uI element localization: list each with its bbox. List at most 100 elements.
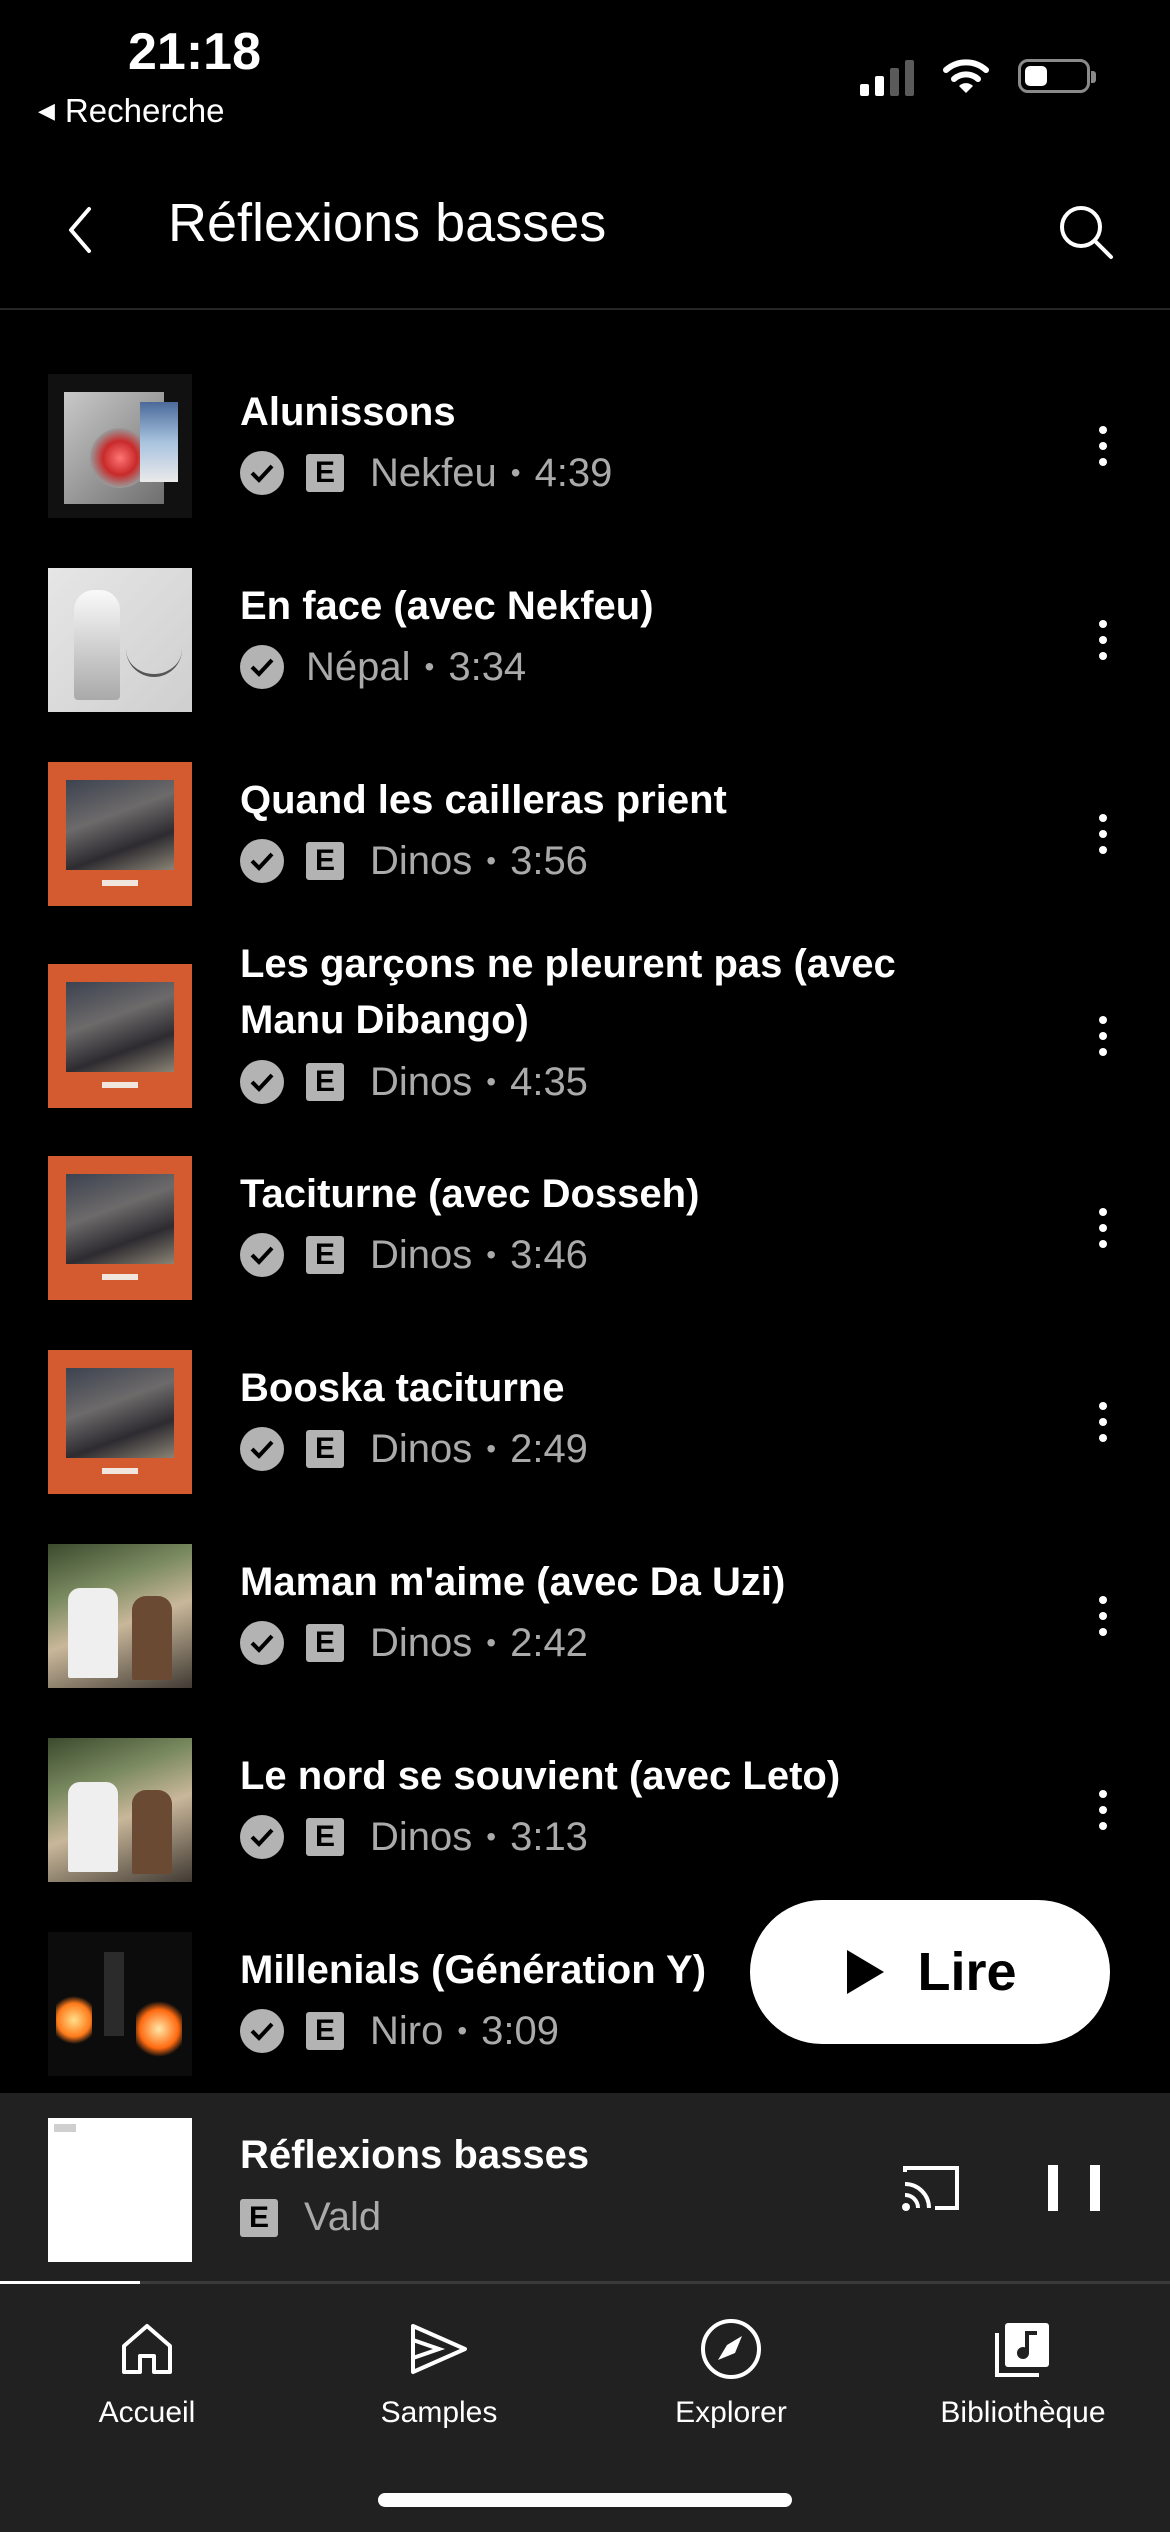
track-row[interactable]: Le nord se souvient (avec Leto) E Dinos … xyxy=(0,1718,1170,1902)
track-title: Quand les cailleras prient xyxy=(240,778,727,822)
downloaded-check-icon xyxy=(240,2009,284,2053)
track-artist: Dinos xyxy=(370,838,473,883)
track-duration: 3:09 xyxy=(481,2008,560,2053)
album-cover xyxy=(48,964,192,1108)
track-title: Maman m'aime (avec Da Uzi) xyxy=(240,1560,786,1604)
play-all-button[interactable]: Lire xyxy=(750,1900,1110,2044)
track-title: Booska taciturne xyxy=(240,1366,565,1410)
downloaded-check-icon xyxy=(240,451,284,495)
more-options-button[interactable] xyxy=(1080,406,1126,486)
album-cover xyxy=(48,1544,192,1688)
pause-icon xyxy=(1048,2165,1058,2211)
track-artist: Nekfeu xyxy=(370,450,497,495)
more-options-button[interactable] xyxy=(1080,600,1126,680)
album-cover xyxy=(48,1156,192,1300)
separator-dot: • xyxy=(486,1433,497,1464)
explicit-badge: E xyxy=(306,1818,344,1856)
more-options-button[interactable] xyxy=(1080,1382,1126,1462)
header: Réflexions basses xyxy=(0,170,1170,310)
downloaded-check-icon xyxy=(240,645,284,689)
back-button[interactable] xyxy=(50,200,110,260)
search-button[interactable] xyxy=(1046,192,1126,272)
cast-icon xyxy=(902,2166,959,2211)
track-duration: 3:46 xyxy=(510,1232,588,1277)
separator-dot: • xyxy=(486,1066,497,1097)
wifi-icon xyxy=(943,59,989,93)
home-indicator[interactable] xyxy=(378,2493,792,2507)
album-cover xyxy=(48,568,192,712)
track-row[interactable]: Taciturne (avec Dosseh) E Dinos • 3:46 xyxy=(0,1136,1170,1320)
track-row[interactable]: Maman m'aime (avec Da Uzi) E Dinos • 2:4… xyxy=(0,1524,1170,1708)
cast-button[interactable] xyxy=(896,2153,966,2223)
home-icon xyxy=(112,2314,182,2384)
separator-dot: • xyxy=(486,1239,497,1270)
play-icon xyxy=(847,1950,885,1994)
status-icons xyxy=(860,56,1096,96)
track-artist: Népal xyxy=(306,644,411,689)
explicit-badge: E xyxy=(306,454,344,492)
more-options-button[interactable] xyxy=(1080,1576,1126,1656)
track-meta: E Dinos • 3:56 xyxy=(240,836,588,886)
status-time: 21:18 xyxy=(128,23,261,81)
track-title-line-2: Manu Dibango) xyxy=(240,998,529,1042)
track-row[interactable]: Les garçons ne pleurent pas (avec Manu D… xyxy=(0,936,1170,1146)
separator-dot: • xyxy=(486,1821,497,1852)
track-row[interactable]: En face (avec Nekfeu) Népal • 3:34 xyxy=(0,548,1170,732)
search-icon xyxy=(1060,206,1113,259)
track-duration: 3:56 xyxy=(510,838,588,883)
track-title: Le nord se souvient (avec Leto) xyxy=(240,1754,841,1798)
album-cover xyxy=(48,1350,192,1494)
explicit-badge: E xyxy=(306,1063,344,1101)
nav-home[interactable]: Accueil xyxy=(1,2314,293,2430)
track-meta: Népal • 3:34 xyxy=(240,642,526,692)
compass-icon xyxy=(696,2314,766,2384)
battery-icon xyxy=(1018,59,1096,93)
track-artist: Dinos xyxy=(370,1232,473,1277)
track-row[interactable]: Quand les cailleras prient E Dinos • 3:5… xyxy=(0,742,1170,926)
track-meta: E Dinos • 3:46 xyxy=(240,1230,588,1280)
downloaded-check-icon xyxy=(240,1060,284,1104)
nav-explore[interactable]: Explorer xyxy=(585,2314,877,2430)
now-playing-title: Réflexions basses xyxy=(240,2133,590,2177)
track-duration: 2:49 xyxy=(510,1426,588,1471)
samples-play-icon xyxy=(404,2314,474,2384)
downloaded-check-icon xyxy=(240,1815,284,1859)
album-cover xyxy=(48,374,192,518)
more-options-button[interactable] xyxy=(1080,996,1126,1076)
track-row[interactable]: Booska taciturne E Dinos • 2:49 xyxy=(0,1330,1170,1514)
album-cover xyxy=(48,1738,192,1882)
downloaded-check-icon xyxy=(240,1233,284,1277)
separator-dot: • xyxy=(486,1627,497,1658)
nav-library[interactable]: Bibliothèque xyxy=(877,2314,1169,2430)
track-duration: 4:35 xyxy=(510,1059,588,1104)
now-playing-meta: E Vald xyxy=(240,2195,381,2240)
track-duration: 2:42 xyxy=(510,1620,588,1665)
track-artist: Niro xyxy=(370,2008,444,2053)
track-duration: 4:39 xyxy=(534,450,613,495)
track-row[interactable]: Alunissons E Nekfeu • 4:39 xyxy=(0,354,1170,538)
track-artist: Dinos xyxy=(370,1059,473,1104)
more-options-button[interactable] xyxy=(1080,794,1126,874)
nav-label: Accueil xyxy=(98,2396,196,2429)
separator-dot: • xyxy=(510,457,521,488)
explicit-badge: E xyxy=(306,2012,344,2050)
signal-icon xyxy=(860,56,914,96)
back-triangle-icon: ◀ xyxy=(38,98,55,123)
nav-samples[interactable]: Samples xyxy=(293,2314,585,2430)
pause-button[interactable] xyxy=(1048,2159,1100,2219)
track-title: Alunissons xyxy=(240,390,456,434)
mini-player[interactable]: Réflexions basses E Vald xyxy=(0,2093,1170,2283)
back-to-app-link[interactable]: ◀ Recherche xyxy=(38,92,225,130)
downloaded-check-icon xyxy=(240,1427,284,1471)
more-options-button[interactable] xyxy=(1080,1770,1126,1850)
nav-label: Explorer xyxy=(675,2396,787,2429)
track-artist: Dinos xyxy=(370,1814,473,1859)
track-artist: Dinos xyxy=(370,1426,473,1471)
track-title-line-1: Les garçons ne pleurent pas (avec xyxy=(240,942,896,986)
library-icon xyxy=(988,2314,1058,2384)
track-title: Taciturne (avec Dosseh) xyxy=(240,1172,700,1216)
more-options-button[interactable] xyxy=(1080,1188,1126,1268)
track-meta: E Nekfeu • 4:39 xyxy=(240,448,612,498)
explicit-badge: E xyxy=(306,1430,344,1468)
back-app-label: Recherche xyxy=(64,92,225,129)
